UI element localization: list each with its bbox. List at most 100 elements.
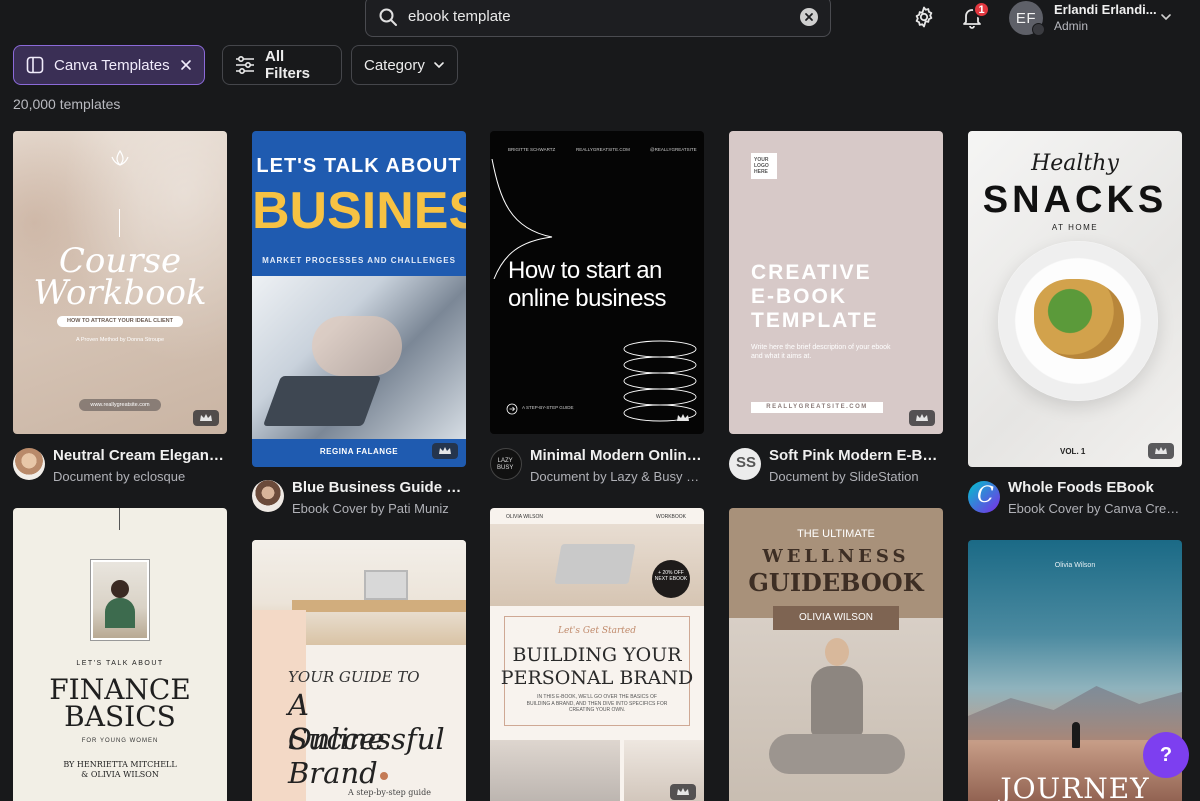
canva-templates-filter-chip[interactable]: Canva Templates — [13, 45, 205, 85]
person-body — [105, 598, 135, 628]
slidestation-logo-text: SS — [736, 454, 757, 471]
cover-url: www.reallygreatsite.com — [79, 399, 161, 411]
template-thumbnail-wellness-guidebook[interactable]: THE ULTIMATE WELLNESS GUIDEBOOK OLIVIA W… — [729, 508, 943, 801]
desk-shape — [292, 600, 466, 612]
close-icon[interactable] — [180, 59, 192, 71]
results-count: 20,000 templates — [13, 96, 121, 112]
meeting-photo — [252, 276, 466, 439]
cover-title-workbook: Workbook — [33, 273, 207, 313]
template-title[interactable]: Blue Business Guide Eb... — [292, 479, 466, 496]
cover-top-left: OLIVIA WILSON — [506, 514, 543, 520]
person-torso — [811, 666, 863, 736]
template-thumbnail-healthy-snacks[interactable]: Healthy SNACKS AT HOME VOL. 1 — [968, 131, 1182, 467]
template-icon — [26, 56, 44, 74]
cover-line0: YOUR GUIDE TO — [288, 668, 420, 686]
template-thumbnail-online-business[interactable]: BRIGITTE SCHWARTZ REALLYGREATSITE.COM @R… — [490, 131, 704, 434]
template-thumbnail-personal-brand[interactable]: OLIVIA WILSON WORKBOOK + 20% OFF NEXT EB… — [490, 508, 704, 801]
template-title[interactable]: Minimal Modern Online ... — [530, 447, 704, 464]
notifications-button[interactable]: 1 — [960, 1, 990, 31]
author-avatar[interactable]: SS — [729, 448, 761, 480]
cover-sub: MARKET PROCESSES AND CHALLENGES — [262, 256, 456, 265]
cover-line2: GUIDEBOOK — [748, 568, 924, 597]
premium-crown-icon — [670, 784, 696, 800]
cover-line1: How to start an — [508, 257, 662, 284]
cover-foot: A step-by-step guide — [348, 788, 431, 797]
cover-author: Olivia Wilson — [1054, 562, 1096, 569]
help-button[interactable]: ? — [1143, 732, 1189, 778]
cover-authors-b: & OLIVIA WILSON — [81, 770, 159, 779]
template-title[interactable]: Neutral Cream Elegant ... — [53, 447, 227, 464]
lotus-logo-icon — [111, 149, 129, 166]
search-bar[interactable]: ebook template — [365, 0, 831, 37]
lazy-busy-logo-text: LAZY BUSY — [497, 458, 514, 471]
cover-desc: Write here the brief description of your… — [751, 344, 891, 360]
cover-method: A Proven Method by Donna Stroupe — [75, 337, 165, 343]
laptop-shape — [364, 570, 408, 600]
template-thumbnail-course-workbook[interactable]: Course Workbook HOW TO ATTRACT YOUR IDEA… — [13, 131, 227, 434]
template-thumbnail-creative-ebook[interactable]: YOUR LOGO HERE CREATIVE E-BOOK TEMPLATE … — [729, 131, 943, 434]
premium-crown-icon — [193, 410, 219, 426]
template-thumbnail-online-brand[interactable]: YOUR GUIDE TO A Successful Online Brand … — [252, 540, 466, 801]
cover-divider — [119, 209, 120, 237]
canva-c-letter: C — [977, 483, 994, 508]
clear-search-button[interactable] — [800, 7, 818, 26]
premium-crown-icon — [432, 443, 458, 459]
template-subtitle[interactable]: Document by SlideStation — [769, 469, 943, 484]
cover-top-right: @REALLYGREATSITE — [650, 147, 697, 152]
chevron-down-icon[interactable] — [1160, 12, 1172, 22]
user-role: Admin — [1054, 19, 1089, 33]
bottom-photo-left — [490, 740, 620, 801]
cover-top-right: WORKBOOK — [656, 514, 687, 520]
category-dropdown[interactable]: Category — [351, 45, 458, 85]
plate-graphic — [998, 241, 1158, 401]
category-label: Category — [364, 56, 425, 74]
cover-kicker: LET'S TALK ABOUT — [256, 155, 462, 177]
canva-logo-avatar[interactable]: C — [968, 481, 1000, 513]
question-mark-icon: ? — [1159, 743, 1173, 766]
cover-author-text: OLIVIA WILSON — [799, 612, 873, 623]
cover-line2: BASICS — [64, 700, 176, 733]
keyboard-shape — [554, 544, 636, 584]
author-avatar[interactable] — [252, 480, 284, 512]
cover-logo: YOUR LOGO HERE — [751, 153, 777, 179]
cover-headline: SNACKS — [982, 179, 1168, 221]
portrait-photo — [91, 560, 149, 640]
search-input[interactable]: ebook template — [408, 8, 800, 25]
template-subtitle[interactable]: Document by eclosque — [53, 469, 227, 484]
cover-top-left: BRIGITTE SCHWARTZ — [508, 147, 556, 152]
avatar[interactable]: EF — [1009, 1, 1045, 36]
template-thumbnail-business[interactable]: LET'S TALK ABOUT BUSINESS MARKET PROCESS… — [252, 131, 466, 467]
all-filters-label: All Filters — [265, 48, 311, 82]
sliders-icon — [235, 56, 255, 74]
cover-top-mid: REALLYGREATSITE.COM — [576, 147, 630, 152]
cover-kicker: LET'S TALK ABOUT — [76, 660, 164, 667]
team-avatar-badge — [1032, 23, 1045, 36]
cover-vol: VOL. 1 — [1060, 447, 1086, 456]
user-name[interactable]: Erlandi Erlandi... — [1054, 2, 1157, 17]
cover-line2: E-BOOK — [751, 285, 847, 308]
cover-headline: JOURNEY — [1000, 772, 1150, 801]
notification-badge: 1 — [973, 1, 990, 18]
settings-gear-icon[interactable] — [912, 5, 936, 29]
author-avatar[interactable]: LAZY BUSY — [490, 448, 522, 480]
premium-crown-icon — [1148, 443, 1174, 459]
cover-headline: BUSINESS — [252, 182, 466, 240]
cover-strap: HOW TO ATTRACT YOUR IDEAL CLIENT — [57, 316, 183, 327]
search-icon — [379, 8, 397, 26]
discount-badge: + 20% OFF NEXT EBOOK — [652, 560, 690, 598]
cover-script: Let's Get Started — [557, 626, 637, 636]
template-subtitle[interactable]: Document by Lazy & Busy Lab — [530, 469, 704, 484]
template-thumbnail-finance-basics[interactable]: LET'S TALK ABOUT FINANCE BASICS FOR YOUN… — [13, 508, 227, 801]
template-subtitle[interactable]: Ebook Cover by Pati Muniz — [292, 501, 466, 516]
template-title[interactable]: Whole Foods EBook — [1008, 479, 1182, 496]
template-title[interactable]: Soft Pink Modern E-Boo... — [769, 447, 943, 464]
all-filters-button[interactable]: All Filters — [222, 45, 342, 85]
author-avatar[interactable] — [13, 448, 45, 480]
person-shape — [111, 580, 129, 598]
cover-line1: CREATIVE — [751, 261, 872, 284]
template-subtitle[interactable]: Ebook Cover by Canva Creat... — [1008, 501, 1182, 516]
arrow-circle-icon — [506, 403, 518, 415]
cover-foot: A STEP-BY-STEP GUIDE — [522, 405, 574, 410]
close-icon — [805, 12, 813, 21]
cover-line3: TEMPLATE — [751, 309, 879, 332]
